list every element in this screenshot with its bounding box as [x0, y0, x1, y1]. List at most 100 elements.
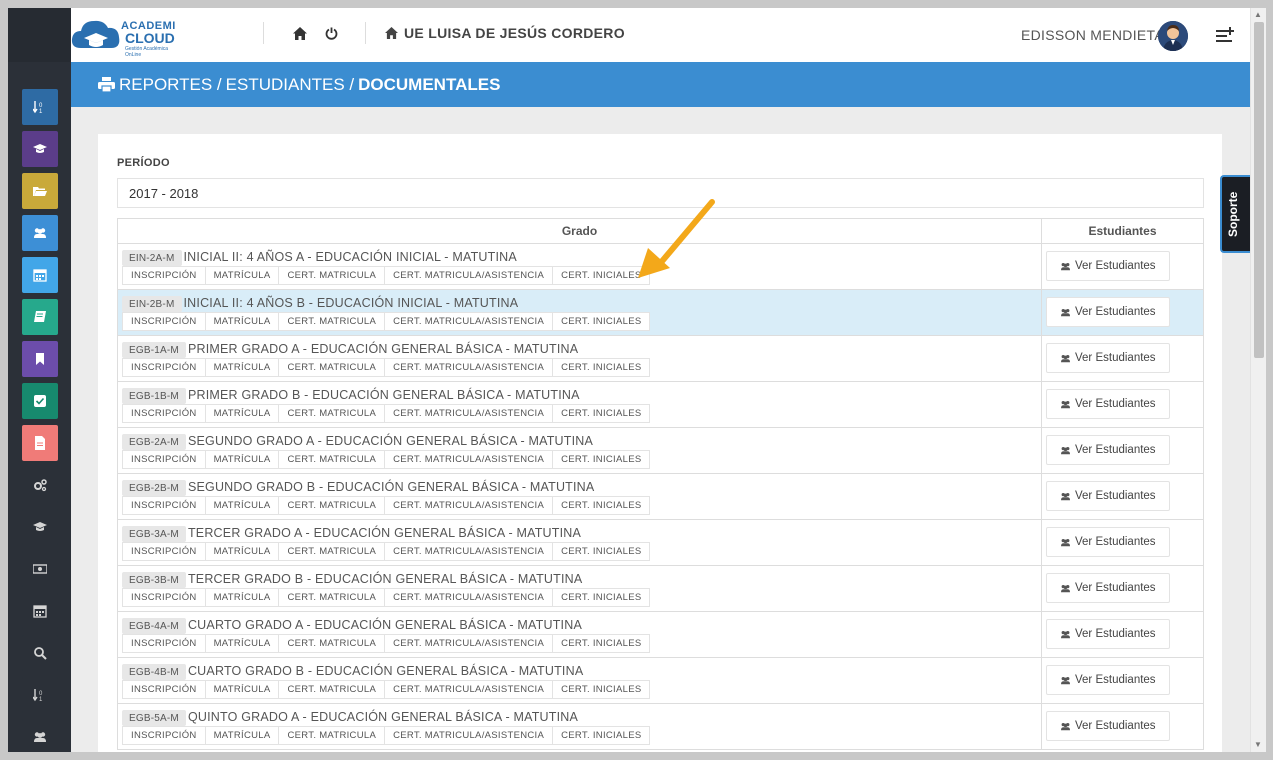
support-tab[interactable]: Soporte: [1220, 175, 1250, 253]
doc-link[interactable]: CERT. INICIALES: [553, 634, 651, 653]
doc-link[interactable]: CERT. INICIALES: [553, 496, 651, 515]
doc-link[interactable]: CERT. MATRICULA/ASISTENCIA: [385, 496, 554, 515]
doc-link[interactable]: INSCRIPCIÓN: [122, 588, 206, 607]
sidebar-item-sort[interactable]: 01: [22, 677, 58, 713]
doc-link[interactable]: CERT. MATRICULA/ASISTENCIA: [385, 542, 554, 561]
sidebar-item-users[interactable]: [22, 719, 58, 752]
doc-link[interactable]: CERT. MATRICULA/ASISTENCIA: [385, 404, 554, 423]
ver-estudiantes-button[interactable]: Ver Estudiantes: [1046, 251, 1170, 281]
doc-link[interactable]: CERT. INICIALES: [553, 450, 651, 469]
doc-link[interactable]: INSCRIPCIÓN: [122, 266, 206, 285]
document-links: INSCRIPCIÓN MATRÍCULA CERT. MATRICULA CERT.…: [122, 450, 1037, 469]
sidebar-item-users[interactable]: [22, 215, 58, 251]
sidebar-item-graduation-cap[interactable]: [22, 131, 58, 167]
doc-link[interactable]: CERT. INICIALES: [553, 358, 651, 377]
home-icon[interactable]: [291, 24, 309, 42]
table-row: EGB-2B-M SEGUNDO GRADO B - EDUCACIÓN GENE…: [117, 473, 1204, 520]
doc-link[interactable]: CERT. MATRICULA/ASISTENCIA: [385, 450, 554, 469]
sidebar-item-search[interactable]: [22, 635, 58, 671]
doc-link[interactable]: CERT. MATRICULA: [279, 266, 386, 285]
doc-link[interactable]: CERT. MATRICULA: [279, 496, 386, 515]
sidebar-item-cogs[interactable]: [22, 467, 58, 503]
doc-link[interactable]: CERT. MATRICULA: [279, 588, 386, 607]
ver-estudiantes-button[interactable]: Ver Estudiantes: [1046, 297, 1170, 327]
doc-link[interactable]: CERT. MATRICULA/ASISTENCIA: [385, 726, 554, 745]
sidebar-item-money[interactable]: [22, 551, 58, 587]
doc-link[interactable]: MATRÍCULA: [205, 404, 280, 423]
doc-link[interactable]: MATRÍCULA: [205, 542, 280, 561]
doc-link[interactable]: CERT. MATRICULA: [279, 542, 386, 561]
doc-link[interactable]: MATRÍCULA: [205, 312, 280, 331]
scroll-thumb[interactable]: [1254, 22, 1264, 358]
sidebar-item-book[interactable]: [22, 299, 58, 335]
user-avatar[interactable]: [1158, 21, 1188, 51]
sidebar-item-calendar[interactable]: [22, 257, 58, 293]
doc-link[interactable]: MATRÍCULA: [205, 588, 280, 607]
doc-link[interactable]: CERT. INICIALES: [553, 588, 651, 607]
doc-link[interactable]: INSCRIPCIÓN: [122, 726, 206, 745]
doc-link[interactable]: INSCRIPCIÓN: [122, 680, 206, 699]
sidebar-item-check-square[interactable]: [22, 383, 58, 419]
doc-link[interactable]: INSCRIPCIÓN: [122, 542, 206, 561]
ver-estudiantes-button[interactable]: Ver Estudiantes: [1046, 619, 1170, 649]
doc-link[interactable]: CERT. MATRICULA: [279, 404, 386, 423]
ver-estudiantes-button[interactable]: Ver Estudiantes: [1046, 435, 1170, 465]
academicloud-logo[interactable]: ACADEMI CLOUD Gestión Académica OnLine: [71, 14, 181, 58]
doc-link[interactable]: CERT. INICIALES: [553, 726, 651, 745]
doc-link[interactable]: CERT. MATRICULA: [279, 680, 386, 699]
sidebar-item-calendar[interactable]: [22, 593, 58, 629]
doc-link[interactable]: CERT. INICIALES: [553, 404, 651, 423]
scroll-down-icon[interactable]: ▼: [1254, 740, 1262, 749]
power-icon[interactable]: [322, 24, 340, 42]
ver-estudiantes-button[interactable]: Ver Estudiantes: [1046, 343, 1170, 373]
user-name[interactable]: EDISSON MENDIETA: [1021, 27, 1164, 43]
doc-link[interactable]: MATRÍCULA: [205, 496, 280, 515]
doc-link[interactable]: CERT. MATRICULA: [279, 450, 386, 469]
breadcrumb-estudiantes[interactable]: ESTUDIANTES /: [226, 75, 354, 95]
doc-link[interactable]: INSCRIPCIÓN: [122, 634, 206, 653]
doc-link[interactable]: CERT. INICIALES: [553, 542, 651, 561]
doc-link[interactable]: CERT. MATRICULA: [279, 726, 386, 745]
doc-link[interactable]: MATRÍCULA: [205, 726, 280, 745]
doc-link[interactable]: CERT. MATRICULA/ASISTENCIA: [385, 266, 554, 285]
doc-link[interactable]: CERT. INICIALES: [553, 312, 651, 331]
doc-link[interactable]: CERT. MATRICULA: [279, 312, 386, 331]
doc-link[interactable]: CERT. INICIALES: [553, 680, 651, 699]
page-scrollbar[interactable]: ▲ ▼: [1250, 8, 1266, 752]
doc-link[interactable]: CERT. MATRICULA/ASISTENCIA: [385, 358, 554, 377]
doc-link[interactable]: CERT. MATRICULA: [279, 358, 386, 377]
doc-link[interactable]: MATRÍCULA: [205, 358, 280, 377]
doc-link[interactable]: CERT. MATRICULA/ASISTENCIA: [385, 634, 554, 653]
sidebar-item-bookmark[interactable]: [22, 341, 58, 377]
document-links: INSCRIPCIÓN MATRÍCULA CERT. MATRICULA CERT.…: [122, 358, 1037, 377]
doc-link[interactable]: MATRÍCULA: [205, 266, 280, 285]
ver-estudiantes-label: Ver Estudiantes: [1075, 352, 1156, 364]
doc-link[interactable]: INSCRIPCIÓN: [122, 404, 206, 423]
sidebar-item-sort[interactable]: 01: [22, 89, 58, 125]
doc-link[interactable]: MATRÍCULA: [205, 680, 280, 699]
doc-link[interactable]: INSCRIPCIÓN: [122, 312, 206, 331]
sidebar-item-graduation-cap[interactable]: [22, 509, 58, 545]
menu-add-icon[interactable]: [1216, 26, 1234, 44]
doc-link[interactable]: MATRÍCULA: [205, 450, 280, 469]
sidebar-item-folder-open[interactable]: [22, 173, 58, 209]
breadcrumb-reportes[interactable]: REPORTES /: [119, 75, 222, 95]
ver-estudiantes-button[interactable]: Ver Estudiantes: [1046, 573, 1170, 603]
doc-link[interactable]: CERT. MATRICULA/ASISTENCIA: [385, 312, 554, 331]
ver-estudiantes-button[interactable]: Ver Estudiantes: [1046, 665, 1170, 695]
doc-link[interactable]: CERT. MATRICULA/ASISTENCIA: [385, 680, 554, 699]
ver-estudiantes-button[interactable]: Ver Estudiantes: [1046, 389, 1170, 419]
doc-link[interactable]: MATRÍCULA: [205, 634, 280, 653]
grade-title: PRIMER GRADO B - EDUCACIÓN GENERAL BÁSIC…: [187, 388, 580, 402]
doc-link[interactable]: INSCRIPCIÓN: [122, 496, 206, 515]
document-links: INSCRIPCIÓN MATRÍCULA CERT. MATRICULA CERT.…: [122, 680, 1037, 699]
scroll-up-icon[interactable]: ▲: [1254, 10, 1262, 19]
ver-estudiantes-button[interactable]: Ver Estudiantes: [1046, 481, 1170, 511]
sidebar-item-file[interactable]: [22, 425, 58, 461]
doc-link[interactable]: CERT. MATRICULA/ASISTENCIA: [385, 588, 554, 607]
doc-link[interactable]: CERT. MATRICULA: [279, 634, 386, 653]
ver-estudiantes-button[interactable]: Ver Estudiantes: [1046, 711, 1170, 741]
ver-estudiantes-button[interactable]: Ver Estudiantes: [1046, 527, 1170, 557]
doc-link[interactable]: INSCRIPCIÓN: [122, 358, 206, 377]
doc-link[interactable]: INSCRIPCIÓN: [122, 450, 206, 469]
